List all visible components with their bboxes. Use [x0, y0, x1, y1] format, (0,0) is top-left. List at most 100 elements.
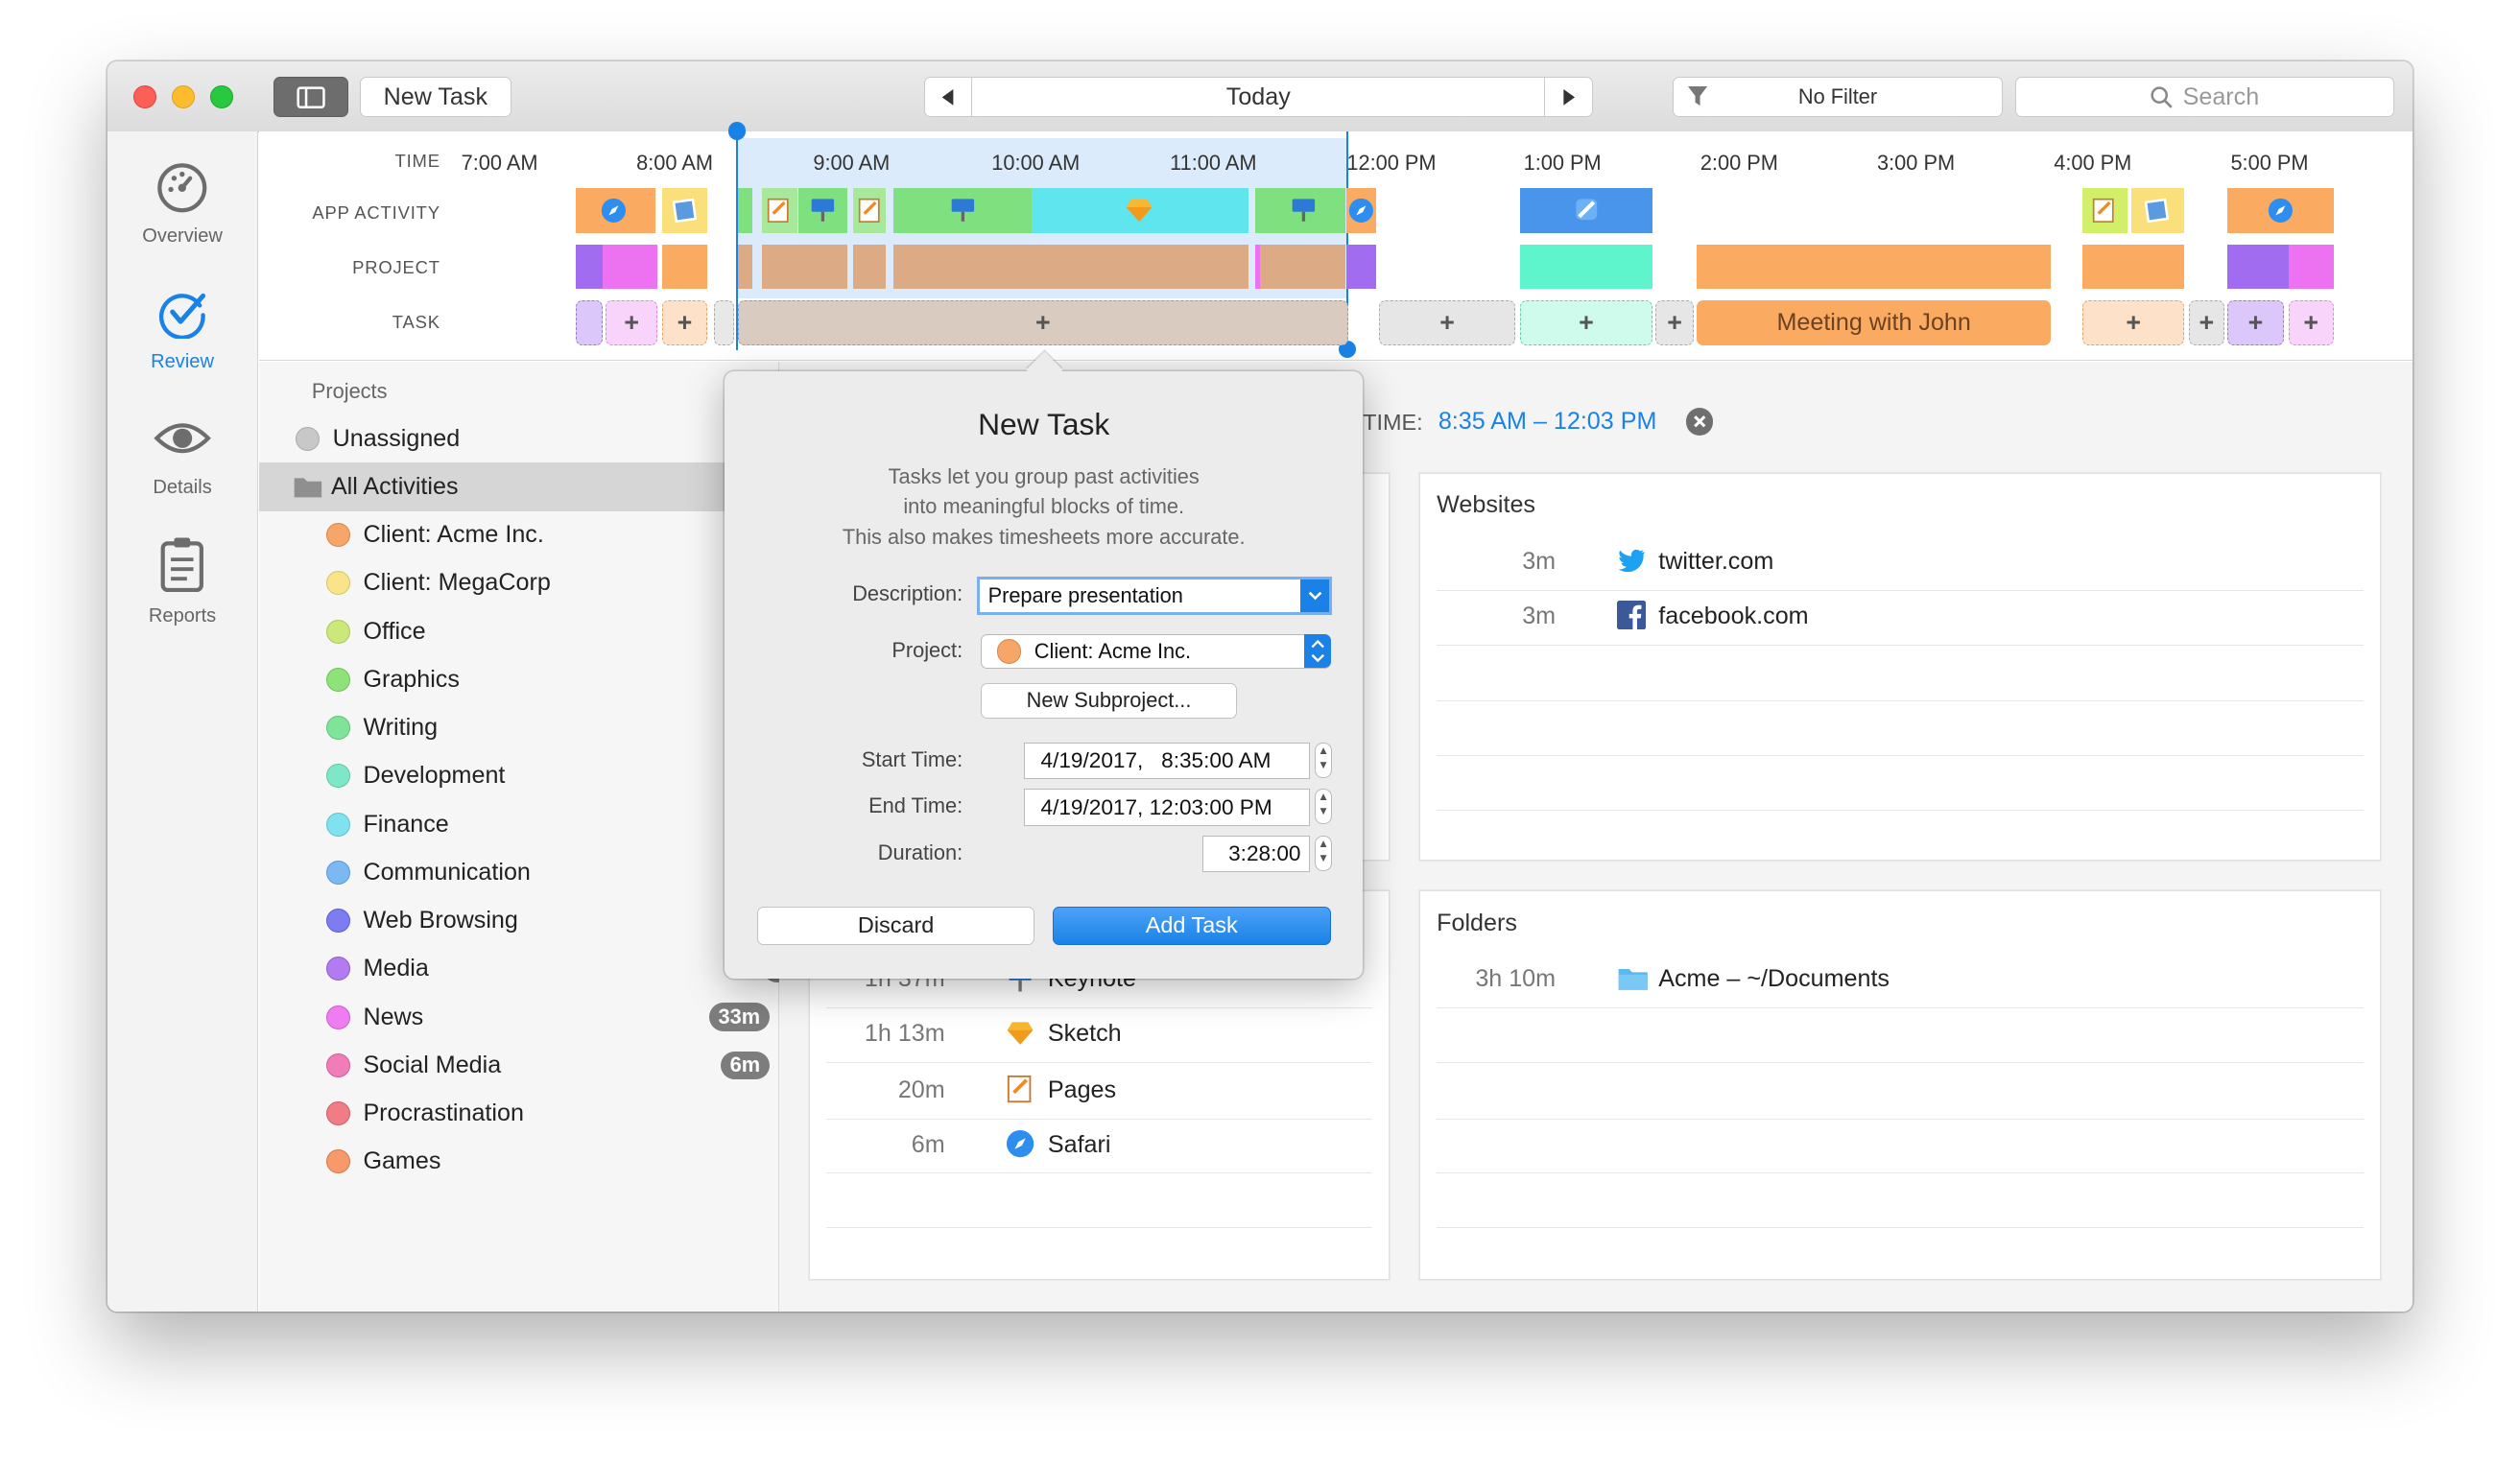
app-activity-block[interactable]: [2130, 187, 2184, 233]
project-block[interactable]: [761, 244, 847, 290]
project-block[interactable]: [575, 244, 603, 290]
minimize-window-button[interactable]: [172, 84, 195, 108]
app-activity-block[interactable]: [853, 187, 886, 233]
project-row[interactable]: Communication: [259, 848, 778, 896]
project-row-unassigned[interactable]: Unassigned: [259, 414, 778, 462]
duration-stepper[interactable]: ▲ ▼: [1314, 835, 1333, 871]
duration-field[interactable]: 3:28:00: [1201, 835, 1310, 873]
app-activity-block[interactable]: [575, 187, 656, 233]
popover-description-line: into meaningful blocks of time.: [903, 494, 1185, 519]
selection-time-range: 8:35 AM – 12:03 PM: [1438, 408, 1657, 436]
project-block[interactable]: [893, 244, 1249, 290]
start-time-stepper[interactable]: ▲ ▼: [1314, 742, 1333, 778]
add-task-button[interactable]: +: [2288, 300, 2334, 346]
zoom-window-button[interactable]: [210, 84, 234, 108]
add-task-button[interactable]: +: [661, 300, 707, 346]
project-row[interactable]: Development4: [259, 752, 795, 800]
add-task-button[interactable]: +: [1654, 300, 1695, 346]
description-dropdown-button[interactable]: [1300, 579, 1330, 612]
project-row[interactable]: Web Browsing: [259, 896, 778, 944]
tick-label: 9:00 AM: [813, 151, 891, 176]
project-row[interactable]: Client: Acme Inc.: [259, 511, 795, 559]
project-block[interactable]: [1259, 244, 1345, 290]
app-activity-block[interactable]: [737, 187, 752, 233]
close-window-button[interactable]: [132, 84, 156, 108]
add-task-button[interactable]: Add Task: [1052, 906, 1331, 945]
project-block[interactable]: [661, 244, 707, 290]
filter-button[interactable]: No Filter: [1673, 77, 2003, 118]
project-block[interactable]: [1520, 244, 1652, 290]
end-time-field[interactable]: 4/19/2017, 12:03:00 PM: [1023, 789, 1310, 826]
keynote-icon: [811, 199, 835, 223]
app-row[interactable]: 6m Safari: [825, 1119, 1373, 1174]
app-activity-block[interactable]: [2082, 187, 2128, 233]
project-block[interactable]: [1697, 244, 2051, 290]
app-activity-block[interactable]: [893, 187, 1033, 233]
project-block[interactable]: [2288, 244, 2334, 290]
discard-button[interactable]: Discard: [756, 906, 1035, 945]
add-task-button[interactable]: +: [2188, 300, 2224, 346]
project-row[interactable]: Games: [259, 1138, 778, 1186]
tick-label: 7:00 AM: [461, 151, 538, 176]
start-time-field[interactable]: 4/19/2017, 8:35:00 AM: [1023, 742, 1310, 780]
project-block[interactable]: [602, 244, 657, 290]
project-block[interactable]: [1346, 244, 1376, 290]
new-task-selection-block[interactable]: +: [737, 300, 1349, 346]
app-activity-block[interactable]: [1254, 187, 1345, 233]
project-row[interactable]: Office: [259, 607, 778, 655]
date-display[interactable]: Today: [970, 77, 1547, 118]
new-subproject-button[interactable]: New Subproject...: [980, 682, 1238, 719]
project-row[interactable]: Graphics: [259, 655, 778, 703]
new-task-button[interactable]: New Task: [360, 77, 511, 118]
project-label: Unassigned: [332, 424, 461, 452]
app-activity-block[interactable]: [1032, 187, 1249, 233]
project-row[interactable]: Procrastination: [259, 1089, 778, 1137]
project-row[interactable]: Finance: [259, 800, 778, 848]
search-field[interactable]: Search: [2015, 77, 2395, 118]
project-row[interactable]: Client: MegaCorp: [259, 559, 778, 607]
app-activity-block[interactable]: [1520, 187, 1652, 233]
project-popup-button[interactable]: Client: Acme Inc.: [980, 633, 1332, 669]
end-time-stepper[interactable]: ▲ ▼: [1314, 789, 1333, 825]
project-row[interactable]: Writing: [259, 703, 778, 751]
project-label: Office: [363, 617, 426, 645]
nav-details[interactable]: Details: [107, 413, 257, 498]
nav-reports[interactable]: Reports: [107, 535, 257, 627]
toggle-sidebar-button[interactable]: [273, 77, 349, 118]
add-task-button[interactable]: +: [606, 300, 657, 346]
clear-selection-button[interactable]: [1685, 408, 1714, 436]
project-row[interactable]: Media4: [259, 945, 795, 993]
project-block[interactable]: [2227, 244, 2289, 290]
folder-row[interactable]: 3h 10m Acme – ~/Documents: [1437, 953, 2365, 1008]
nav-overview[interactable]: Overview: [107, 162, 257, 248]
task-meeting-with-john[interactable]: Meeting with John: [1697, 300, 2051, 346]
app-activity-block[interactable]: [1346, 187, 1376, 233]
add-task-button[interactable]: +: [1520, 300, 1652, 346]
project-block[interactable]: [853, 244, 886, 290]
project-block[interactable]: [737, 244, 752, 290]
tick-label: 8:00 AM: [636, 151, 714, 176]
add-task-button[interactable]: +: [2227, 300, 2284, 346]
app-activity-block[interactable]: [2227, 187, 2334, 233]
add-task-button[interactable]: +: [2082, 300, 2184, 346]
website-duration: 3m: [1522, 602, 1557, 629]
app-activity-block[interactable]: [761, 187, 797, 233]
app-row[interactable]: 20m Pages: [825, 1064, 1373, 1120]
app-activity-block[interactable]: [661, 187, 707, 233]
app-row[interactable]: 1h 13m Sketch: [825, 1007, 1373, 1063]
app-activity-block[interactable]: [798, 187, 847, 233]
project-row[interactable]: Social Media 6m: [259, 1041, 778, 1089]
selection-start-handle[interactable]: [727, 122, 747, 140]
previous-day-button[interactable]: [923, 77, 973, 118]
project-row-all-activities[interactable]: All Activities 8h: [258, 462, 795, 511]
next-day-button[interactable]: [1544, 77, 1593, 118]
add-task-button[interactable]: +: [1378, 300, 1516, 346]
nav-review[interactable]: Review: [107, 288, 257, 373]
add-task-button[interactable]: [713, 300, 735, 346]
description-combobox[interactable]: Prepare presentation: [977, 577, 1333, 616]
website-row[interactable]: 3m twitter.com: [1437, 535, 2365, 591]
project-block[interactable]: [2082, 244, 2184, 290]
add-task-button[interactable]: [575, 300, 603, 346]
website-row[interactable]: 3m facebook.com: [1437, 590, 2365, 646]
project-row[interactable]: News 33m: [259, 993, 778, 1041]
